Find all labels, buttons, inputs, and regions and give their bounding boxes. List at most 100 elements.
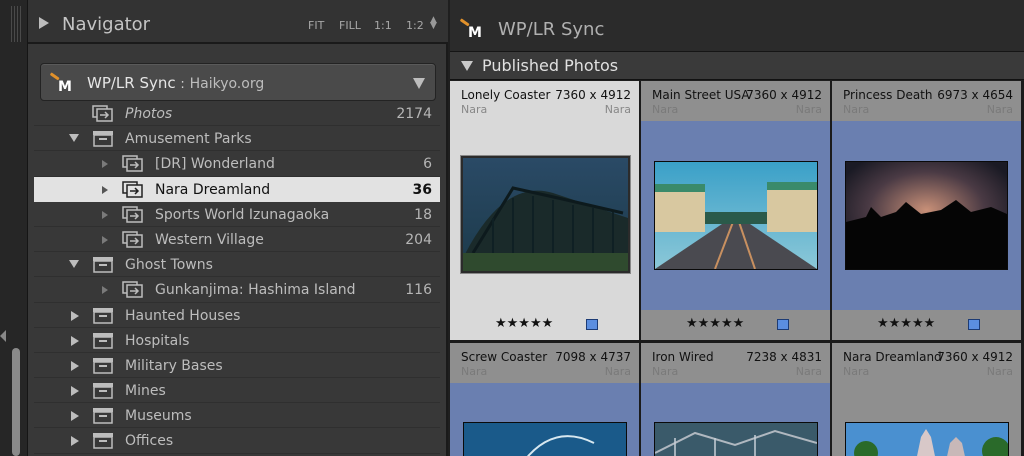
disclosure-small-icon[interactable] xyxy=(102,286,108,295)
photo-thumbnail-frame[interactable] xyxy=(654,422,818,456)
svg-text:M: M xyxy=(468,25,482,40)
photo-thumbnail xyxy=(846,162,1007,269)
photo-rating-stars[interactable]: ★★★★★ xyxy=(877,316,935,331)
photo-rating-stars[interactable]: ★★★★★ xyxy=(686,316,744,331)
section-collapse-icon[interactable] xyxy=(461,61,473,71)
disclosure-closed-icon[interactable] xyxy=(71,310,79,321)
collection-set-label: Hospitals xyxy=(125,332,190,349)
collection-row-photos[interactable]: Photos 2174 xyxy=(34,101,440,127)
panel-collapse-arrow-icon[interactable] xyxy=(0,330,6,342)
disclosure-closed-icon[interactable] xyxy=(71,386,79,397)
zoom-fill-option[interactable]: FILL xyxy=(339,19,361,32)
photo-name: Screw Coaster xyxy=(461,350,548,364)
collection-set-row-hospitals[interactable]: Hospitals xyxy=(34,328,440,353)
service-account: Haikyo.org xyxy=(189,76,265,92)
photo-thumbnail-frame[interactable] xyxy=(463,422,627,456)
photo-thumbnail-frame[interactable] xyxy=(654,161,818,270)
collection-row-sports-world-izunagaoka[interactable]: Sports World Izunagaoka 18 xyxy=(34,202,440,227)
panel-scrollbar[interactable] xyxy=(12,348,20,456)
photo-cell-nara-dreamland[interactable]: Nara Dreamland 7360 x 4912 Nara Nara xyxy=(832,343,1021,456)
photo-cell-lonely-coaster[interactable]: Lonely Coaster 7360 x 4912 Nara Nara ★★★… xyxy=(450,81,639,340)
published-photos-section-header[interactable]: Published Photos xyxy=(450,52,1024,80)
collection-set-label: Amusement Parks xyxy=(125,131,252,148)
disclosure-small-icon[interactable] xyxy=(102,210,108,219)
published-collection-icon xyxy=(122,180,143,198)
photo-dimensions: 7360 x 4912 xyxy=(937,350,1013,364)
photo-location: Nara xyxy=(843,365,870,378)
left-edge-strip xyxy=(0,0,28,456)
main-content: M WP/LR Sync Published Photos Lonely Coa… xyxy=(450,0,1024,456)
published-collection-icon xyxy=(122,155,143,173)
photo-name: Iron Wired xyxy=(652,350,714,364)
collection-label: Sports World Izunagaoka xyxy=(155,206,330,223)
collection-set-label: Haunted Houses xyxy=(125,307,241,324)
disclosure-small-icon[interactable] xyxy=(102,185,108,194)
disclosure-small-icon[interactable] xyxy=(102,235,108,244)
published-flag-icon xyxy=(968,319,980,330)
publish-service-selector[interactable]: M WP/LR Sync : Haikyo.org xyxy=(40,63,436,101)
disclosure-open-icon[interactable] xyxy=(69,134,79,143)
photo-cell-main-street-usa[interactable]: Main Street USA 7360 x 4912 Nara Nara ★★… xyxy=(641,81,830,340)
photo-thumbnail-frame[interactable] xyxy=(460,155,631,274)
photo-thumbnail xyxy=(846,423,1010,456)
photo-location: Nara xyxy=(652,103,679,116)
photo-thumbnail-frame[interactable] xyxy=(845,422,1010,456)
collection-row-gunkanjima[interactable]: Gunkanjima: Hashima Island 116 xyxy=(34,277,440,303)
photo-dimensions: 7360 x 4912 xyxy=(746,88,822,102)
navigator-expand-icon[interactable] xyxy=(39,17,49,29)
collection-row-nara-dreamland[interactable]: Nara Dreamland 36 xyxy=(34,176,440,202)
zoom-fit-option[interactable]: FIT xyxy=(308,19,324,32)
collection-count: 18 xyxy=(414,206,432,223)
photo-thumbnail-frame[interactable] xyxy=(845,161,1008,270)
photo-dimensions: 7360 x 4912 xyxy=(555,88,631,102)
collection-tree: Photos 2174 Amusement Parks [DR] Wonderl… xyxy=(34,101,440,454)
photo-cell-princess-death[interactable]: Princess Death 6973 x 4654 Nara Nara ★★★… xyxy=(832,81,1021,340)
zoom-stepper-icon[interactable]: ▲ ▼ xyxy=(430,16,437,31)
photo-location: Nara xyxy=(843,103,870,116)
collection-count: 204 xyxy=(405,231,432,248)
collection-set-row-amusement-parks[interactable]: Amusement Parks xyxy=(34,126,440,152)
photo-cell-header: Nara Dreamland 7360 x 4912 Nara Nara xyxy=(832,343,1021,383)
zoom-1-1-option[interactable]: 1:1 xyxy=(374,19,392,32)
photo-cell-footer: ★★★★★ xyxy=(450,310,639,340)
disclosure-closed-icon[interactable] xyxy=(71,436,79,447)
service-dropdown-arrow-icon[interactable] xyxy=(413,78,425,89)
collection-set-icon xyxy=(93,307,113,324)
photo-dimensions: 7098 x 4737 xyxy=(555,350,631,364)
disclosure-closed-icon[interactable] xyxy=(71,360,79,371)
photo-rating-stars[interactable]: ★★★★★ xyxy=(495,316,553,331)
collection-set-row-haunted-houses[interactable]: Haunted Houses xyxy=(34,303,440,328)
disclosure-closed-icon[interactable] xyxy=(71,411,79,422)
photo-name: Main Street USA xyxy=(652,88,750,102)
photo-thumbnail xyxy=(654,423,818,456)
disclosure-small-icon[interactable] xyxy=(102,160,108,169)
collection-row-western-village[interactable]: Western Village 204 xyxy=(34,227,440,253)
collection-set-row-mines[interactable]: Mines xyxy=(34,378,440,404)
published-flag-icon xyxy=(586,319,598,330)
photo-grid: Lonely Coaster 7360 x 4912 Nara Nara ★★★… xyxy=(450,81,1024,456)
collection-label: Photos xyxy=(125,106,173,122)
photo-dimensions: 6973 x 4654 xyxy=(937,88,1013,102)
panel-grip-handle[interactable] xyxy=(11,6,21,42)
disclosure-closed-icon[interactable] xyxy=(71,335,79,346)
collection-set-row-ghost-towns[interactable]: Ghost Towns xyxy=(34,252,440,278)
navigator-header[interactable]: Navigator FIT FILL 1:1 1:2 ▲ ▼ xyxy=(28,0,448,44)
svg-text:M: M xyxy=(58,79,72,94)
photo-cell-header: Main Street USA 7360 x 4912 Nara Nara xyxy=(641,81,830,121)
photo-cell-footer: ★★★★★ xyxy=(641,310,830,340)
photo-cell-screw-coaster[interactable]: Screw Coaster 7098 x 4737 Nara Nara xyxy=(450,343,639,456)
collection-set-row-offices[interactable]: Offices xyxy=(34,428,440,454)
zoom-1-2-option[interactable]: 1:2 xyxy=(406,19,424,32)
publish-service-label: WP/LR Sync : Haikyo.org xyxy=(87,74,264,92)
collection-set-row-military-bases[interactable]: Military Bases xyxy=(34,353,440,379)
collection-row-dr-wonderland[interactable]: [DR] Wonderland 6 xyxy=(34,151,440,177)
service-separator: : xyxy=(180,77,185,92)
service-name: WP/LR Sync xyxy=(87,74,176,92)
photo-cell-iron-wired[interactable]: Iron Wired 7238 x 4831 Nara Nara xyxy=(641,343,830,456)
collection-count: 2174 xyxy=(396,106,432,122)
collection-set-icon xyxy=(93,433,113,450)
photo-cell-header: Princess Death 6973 x 4654 Nara Nara xyxy=(832,81,1021,121)
collection-set-label: Mines xyxy=(125,383,166,400)
collection-set-row-museums[interactable]: Museums xyxy=(34,403,440,429)
disclosure-open-icon[interactable] xyxy=(69,260,79,269)
